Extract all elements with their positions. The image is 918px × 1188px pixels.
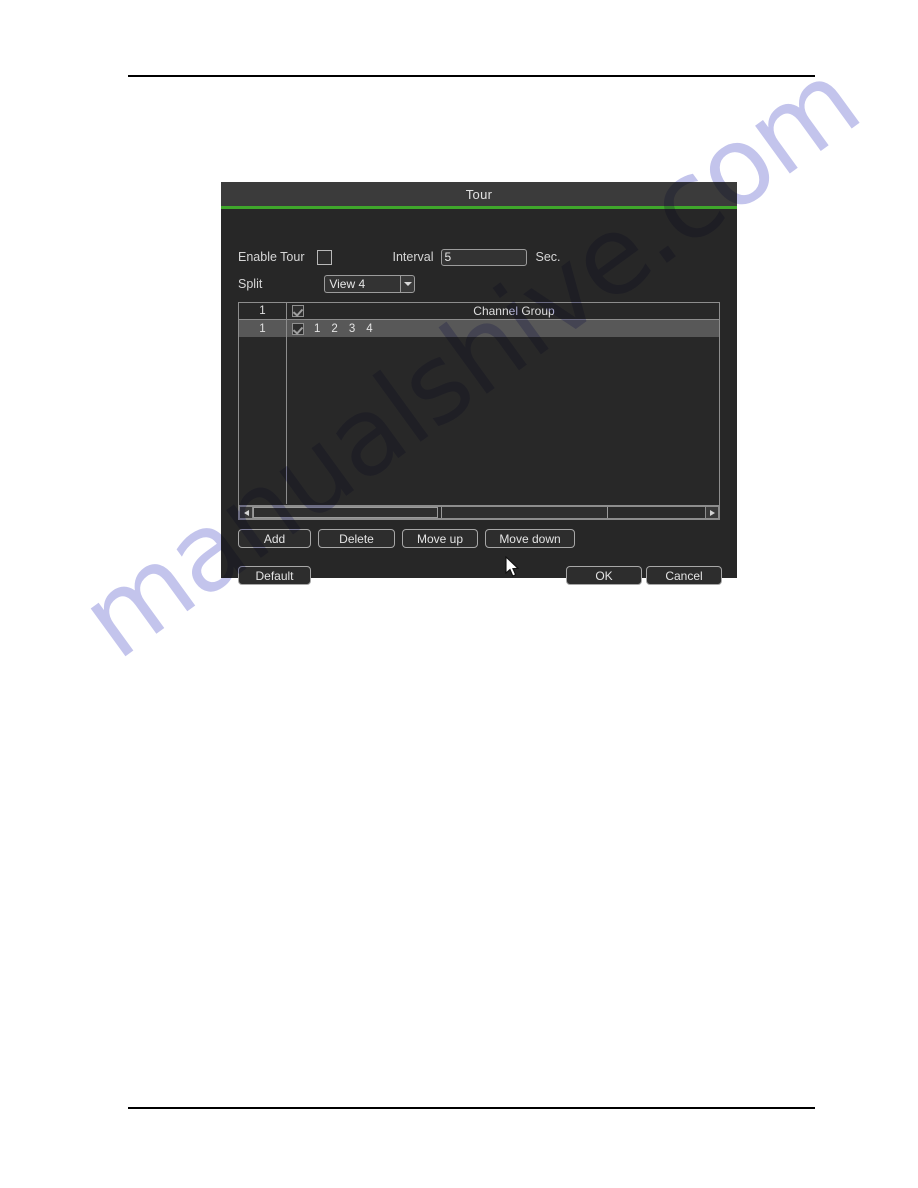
- split-label: Split: [238, 277, 263, 291]
- move-down-button[interactable]: Move down: [485, 529, 575, 548]
- channel-number: 1: [314, 322, 321, 335]
- interval-input[interactable]: [440, 248, 527, 266]
- default-button[interactable]: Default: [238, 566, 311, 585]
- list-empty-area: [239, 337, 719, 504]
- select-all-checkbox[interactable]: [292, 305, 304, 317]
- channel-number: 2: [331, 322, 338, 335]
- move-up-button[interactable]: Move up: [402, 529, 478, 548]
- split-select-value[interactable]: View 4: [324, 275, 401, 293]
- channel-number: 3: [348, 322, 356, 335]
- split-select[interactable]: View 4: [324, 275, 416, 293]
- list-header-number: 1: [239, 303, 287, 319]
- interval-label: Interval: [392, 250, 434, 264]
- scrollbar-thumb[interactable]: [253, 507, 439, 518]
- split-row: Split View 4: [238, 273, 416, 295]
- list-header-row: 1 Channel Group: [239, 303, 719, 320]
- list-header-checkbox-cell[interactable]: [287, 303, 309, 319]
- scroll-left-icon[interactable]: [239, 506, 253, 519]
- page-rule-top: [128, 75, 815, 77]
- add-button[interactable]: Add: [238, 529, 311, 548]
- delete-button[interactable]: Delete: [318, 529, 395, 548]
- list-header-title: Channel Group: [473, 304, 555, 318]
- sec-label: Sec.: [535, 250, 561, 264]
- row-checkbox-cell[interactable]: [287, 320, 309, 337]
- table-row[interactable]: 1 1 2 3 4: [239, 320, 719, 337]
- dialog-title: Tour: [465, 186, 493, 202]
- enable-tour-label: Enable Tour: [238, 250, 305, 264]
- list-action-buttons: Add Delete Move up Move down: [238, 529, 575, 548]
- tour-dialog: Tour Enable Tour Interval Sec. Split Vie…: [221, 182, 737, 585]
- page-rule-bottom: [128, 1107, 815, 1109]
- chevron-down-icon[interactable]: [400, 275, 416, 293]
- cancel-button[interactable]: Cancel: [646, 566, 722, 585]
- row-checkbox[interactable]: [292, 322, 304, 335]
- dialog-titlebar: Tour: [221, 182, 737, 206]
- ok-button[interactable]: OK: [566, 566, 642, 585]
- scrollbar-track[interactable]: [253, 506, 705, 519]
- dialog-body: Enable Tour Interval Sec. Split View 4 1: [221, 209, 737, 585]
- enable-tour-row: Enable Tour Interval Sec.: [238, 247, 561, 267]
- channel-number: 4: [366, 322, 373, 335]
- enable-tour-checkbox[interactable]: [316, 249, 332, 265]
- channel-group-list[interactable]: 1 Channel Group 1 1 2 3 4: [238, 302, 720, 520]
- row-number: 1: [239, 320, 287, 337]
- row-channels: 1 2 3 4: [309, 320, 719, 337]
- scroll-right-icon[interactable]: [705, 506, 719, 519]
- horizontal-scrollbar[interactable]: [239, 505, 719, 519]
- scrollbar-thumb-secondary[interactable]: [441, 507, 609, 518]
